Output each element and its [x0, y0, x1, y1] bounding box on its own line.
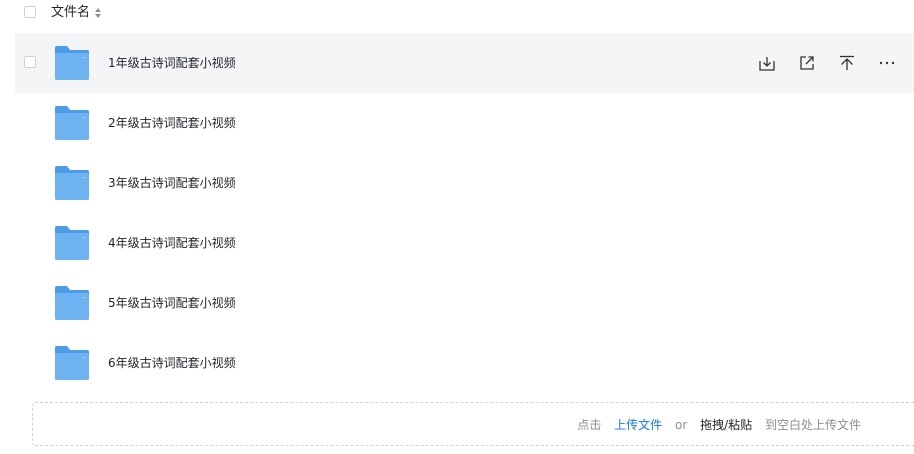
pin-to-top-icon: [840, 55, 854, 70]
file-name[interactable]: 4年级古诗词配套小视频: [108, 234, 236, 252]
more-icon: [879, 61, 895, 65]
folder-icon: [55, 346, 89, 380]
file-name[interactable]: 2年级古诗词配套小视频: [108, 114, 236, 132]
dropzone-hint: 点击 上传文件 or 拖拽/粘贴 到空白处上传文件: [577, 417, 861, 433]
file-row[interactable]: 5年级古诗词配套小视频: [15, 273, 914, 333]
share-icon: [800, 56, 814, 70]
file-name[interactable]: 1年级古诗词配套小视频: [108, 54, 236, 72]
share-button[interactable]: [795, 51, 819, 75]
sort-icon[interactable]: [94, 7, 102, 19]
file-list-header: 文件名: [0, 0, 914, 28]
file-list-page: 文件名 1年级古诗词配套小视频 2年级古诗词配套小视频 3年级古诗词配套小视频 …: [0, 0, 914, 454]
file-rows: 1年级古诗词配套小视频 2年级古诗词配套小视频 3年级古诗词配套小视频 4年级古…: [15, 33, 914, 393]
folder-icon: [55, 166, 89, 200]
pin-to-top-button[interactable]: [835, 51, 859, 75]
folder-icon: [55, 286, 89, 320]
dropzone-drag-label: 拖拽/粘贴: [700, 418, 753, 432]
file-row[interactable]: 1年级古诗词配套小视频: [15, 33, 914, 93]
file-row[interactable]: 6年级古诗词配套小视频: [15, 333, 914, 393]
more-button[interactable]: [875, 51, 899, 75]
row-actions: [754, 51, 914, 75]
file-row[interactable]: 2年级古诗词配套小视频: [15, 93, 914, 153]
folder-icon: [55, 106, 89, 140]
upload-file-link[interactable]: 上传文件: [614, 418, 662, 432]
file-name[interactable]: 3年级古诗词配套小视频: [108, 174, 236, 192]
folder-icon: [55, 226, 89, 260]
file-row[interactable]: 3年级古诗词配套小视频: [15, 153, 914, 213]
file-name[interactable]: 6年级古诗词配套小视频: [108, 354, 236, 372]
folder-icon: [55, 46, 89, 80]
upload-dropzone[interactable]: 点击 上传文件 or 拖拽/粘贴 到空白处上传文件: [32, 402, 914, 446]
file-row[interactable]: 4年级古诗词配套小视频: [15, 213, 914, 273]
dropzone-tail-label: 到空白处上传文件: [764, 418, 861, 432]
dropzone-or-label: or: [675, 418, 688, 432]
file-name[interactable]: 5年级古诗词配套小视频: [108, 294, 236, 312]
select-all-checkbox[interactable]: [24, 6, 36, 18]
filename-column-header[interactable]: 文件名: [51, 4, 90, 22]
dropzone-click-label: 点击: [577, 418, 602, 432]
download-button[interactable]: [755, 51, 779, 75]
row-checkbox[interactable]: [24, 56, 36, 68]
download-icon: [759, 57, 775, 71]
